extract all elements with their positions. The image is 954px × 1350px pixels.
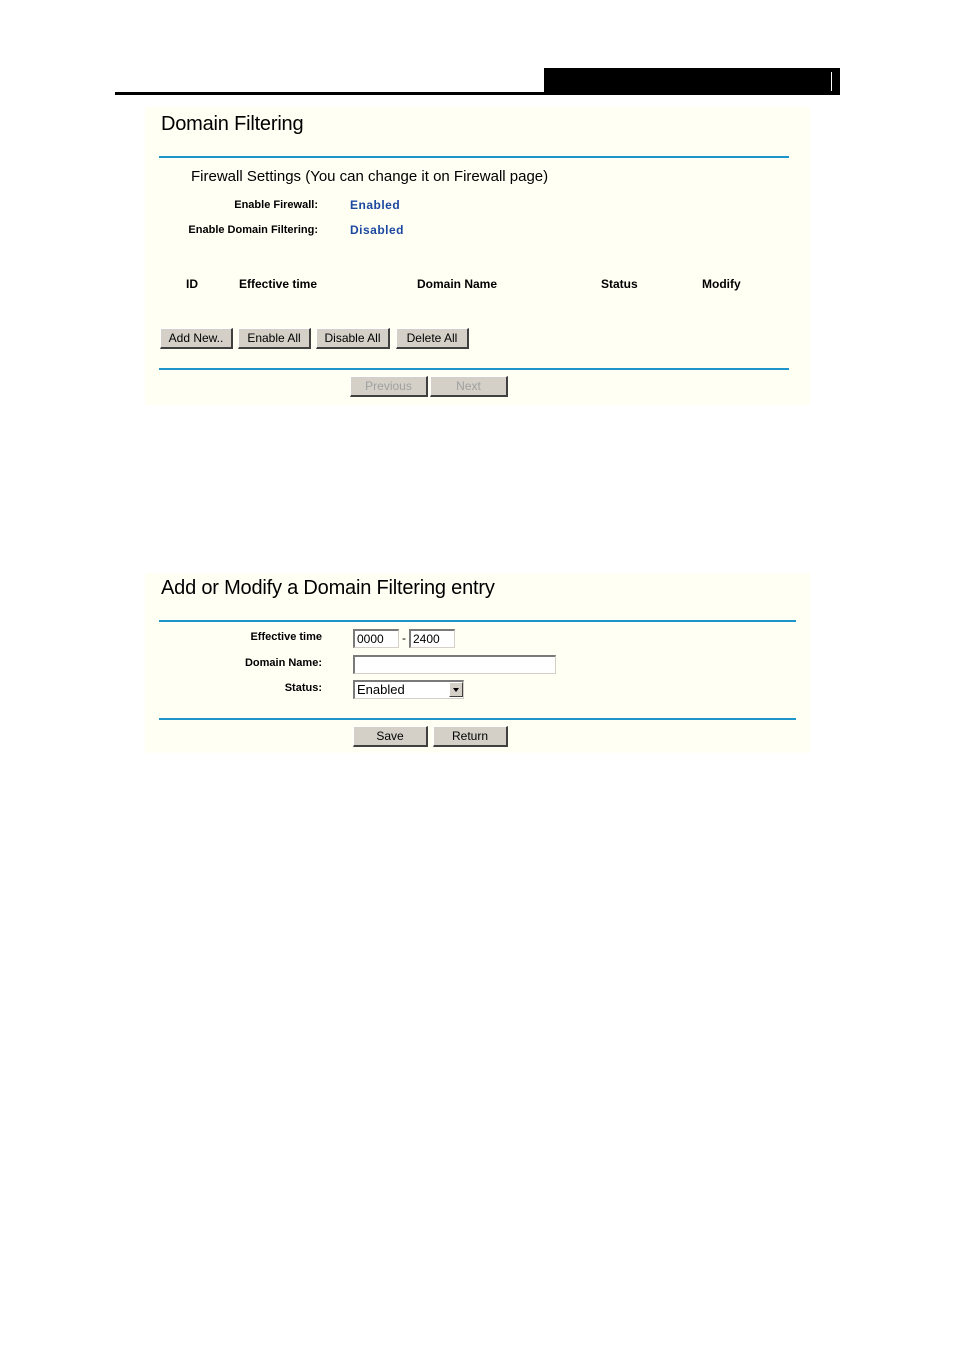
column-header-modify: Modify [702, 277, 741, 291]
effective-time-label: Effective time [250, 631, 322, 643]
firewall-settings-heading: Firewall Settings (You can change it on … [191, 168, 549, 185]
column-header-status: Status [601, 277, 638, 291]
enable-firewall-value: Enabled [350, 198, 401, 212]
return-button[interactable]: Return [433, 726, 508, 747]
entry-bottom-divider [159, 718, 796, 720]
effective-time-start-input[interactable] [353, 629, 399, 648]
add-modify-entry-panel: Add or Modify a Domain Filtering entry E… [145, 573, 810, 753]
title-divider [159, 156, 789, 158]
page-header-block [544, 68, 840, 95]
enable-all-button[interactable]: Enable All [238, 328, 311, 349]
effective-time-end-input[interactable] [409, 629, 455, 648]
enable-domain-filtering-label: Enable Domain Filtering: [188, 224, 318, 236]
save-button[interactable]: Save [353, 726, 428, 747]
chevron-down-icon[interactable] [449, 682, 463, 697]
page-title: Domain Filtering [161, 113, 304, 135]
domain-name-input[interactable] [353, 655, 556, 674]
add-new-button[interactable]: Add New.. [160, 328, 233, 349]
column-header-domain-name: Domain Name [417, 277, 498, 291]
entry-form-title: Add or Modify a Domain Filtering entry [161, 577, 495, 599]
next-button[interactable]: Next [430, 376, 508, 397]
column-header-effective-time: Effective time [239, 277, 318, 291]
column-header-id: ID [186, 277, 198, 291]
domain-filtering-panel: Domain Filtering Firewall Settings (You … [145, 107, 810, 405]
delete-all-button[interactable]: Delete All [396, 328, 469, 349]
previous-button[interactable]: Previous [350, 376, 428, 397]
status-select[interactable]: Enabled [353, 680, 464, 699]
enable-domain-filtering-value: Disabled [350, 223, 405, 237]
bottom-divider [159, 368, 789, 370]
disable-all-button[interactable]: Disable All [316, 328, 390, 349]
entry-title-divider [159, 620, 796, 622]
enable-firewall-label: Enable Firewall: [234, 199, 318, 211]
effective-time-separator: - [402, 631, 406, 645]
domain-name-label: Domain Name: [244, 657, 322, 669]
status-label: Status: [284, 682, 322, 694]
page-header-rule [115, 92, 840, 95]
status-select-value: Enabled [357, 682, 405, 697]
header-divider [831, 72, 832, 91]
